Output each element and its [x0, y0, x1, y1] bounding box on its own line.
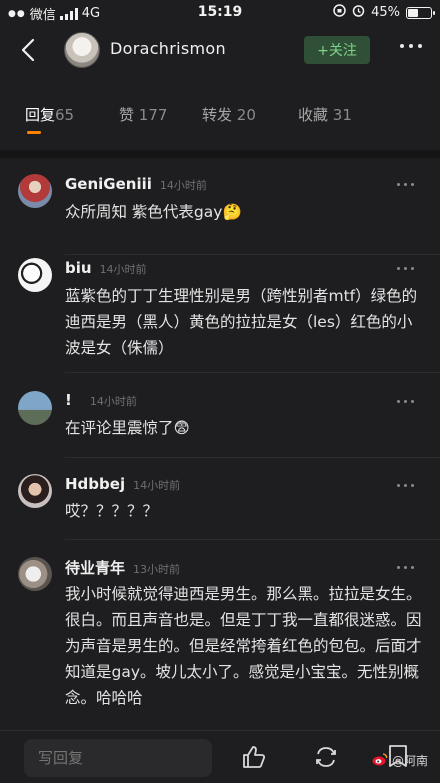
weibo-logo-icon [372, 752, 388, 769]
tab-favorites[interactable]: 收藏 31 [298, 104, 352, 125]
back-button[interactable] [14, 34, 42, 66]
commenter-name[interactable]: 待业青年 13小时前 [65, 557, 180, 578]
commenter-name[interactable]: biu 14小时前 [65, 259, 147, 277]
tab-count: 31 [332, 106, 352, 124]
commenter-avatar[interactable] [18, 391, 52, 425]
user-name[interactable]: Dorachrismon [110, 39, 226, 58]
like-icon[interactable] [240, 743, 268, 771]
comment-time: 13小时前 [133, 563, 181, 576]
comment-text: 众所周知 紫色代表gay🤔 [65, 203, 242, 221]
tab-bar: 回复65 赞 177 转发 20 收藏 31 [0, 98, 440, 134]
comment-more-icon[interactable] [397, 267, 414, 270]
comment-more-icon[interactable] [397, 566, 414, 569]
commenter-name-text: ! [65, 391, 72, 409]
commenter-avatar[interactable] [18, 174, 52, 208]
comment-more-icon[interactable] [397, 183, 414, 186]
comment-separator [65, 254, 440, 255]
commenter-name[interactable]: Hdbbej 14小时前 [65, 475, 180, 493]
tab-count: 65 [55, 106, 75, 124]
commenter-name[interactable]: ! 14小时前 [65, 391, 137, 409]
comment-time: 14小时前 [133, 479, 181, 492]
comment-text: 在评论里震惊了😨 [65, 419, 190, 437]
tab-label: 回复 [25, 106, 56, 124]
chevron-left-icon [21, 38, 35, 62]
commenter-avatar[interactable] [18, 557, 52, 591]
commenter-name-text: GeniGeniii [65, 175, 152, 193]
comment-text: 蓝紫色的丁丁生理性别是男（跨性别者mtf）绿色的迪西是男（黑人）黄色的拉拉是女（… [65, 287, 418, 357]
alarm-icon [352, 4, 365, 21]
tab-reposts[interactable]: 转发 20 [202, 104, 256, 125]
comment-more-icon[interactable] [397, 484, 414, 487]
commenter-avatar[interactable] [18, 474, 52, 508]
comment-text: 我小时候就觉得迪西是男生。那么黑。拉拉是女生。很白。而且声音也是。但是丁丁我一直… [65, 585, 422, 707]
user-avatar[interactable] [64, 32, 100, 68]
tab-label: 赞 [119, 106, 135, 124]
comment-separator [65, 457, 440, 458]
commenter-name-text: Hdbbej [65, 475, 126, 493]
active-tab-indicator [27, 131, 41, 134]
watermark: @阿南 [372, 752, 428, 769]
orientation-lock-icon [333, 4, 346, 21]
section-divider [0, 150, 440, 158]
nav-bar: Dorachrismon +关注 [0, 26, 440, 74]
tab-replies[interactable]: 回复65 [25, 104, 74, 125]
comment-time: 14小时前 [89, 395, 137, 408]
comment-separator [65, 372, 440, 373]
comment-more-icon[interactable] [397, 400, 414, 403]
commenter-name-text: biu [65, 259, 92, 277]
commenter-name[interactable]: GeniGeniii 14小时前 [65, 175, 207, 193]
tab-count: 20 [236, 106, 256, 124]
comment-separator [65, 539, 440, 540]
tab-label: 收藏 [298, 106, 329, 124]
watermark-text: @阿南 [391, 754, 428, 768]
tab-count: 177 [138, 106, 168, 124]
comment-time: 14小时前 [159, 179, 207, 192]
follow-button[interactable]: +关注 [304, 36, 370, 64]
battery-icon [406, 6, 435, 19]
battery-percent: 45% [371, 5, 400, 20]
more-options-icon[interactable] [400, 44, 422, 48]
reply-input[interactable] [24, 739, 212, 777]
comment-text: 哎？？？？？ [65, 502, 159, 520]
tab-likes[interactable]: 赞 177 [119, 104, 167, 125]
tab-label: 转发 [202, 106, 233, 124]
repost-icon[interactable] [312, 743, 340, 771]
commenter-name-text: 待业青年 [65, 559, 126, 577]
status-right: 45% [333, 4, 435, 21]
status-bar: ●● 微信 4G 15:19 45% [0, 0, 440, 26]
commenter-avatar[interactable] [18, 258, 52, 292]
comment-time: 14小时前 [99, 263, 147, 276]
